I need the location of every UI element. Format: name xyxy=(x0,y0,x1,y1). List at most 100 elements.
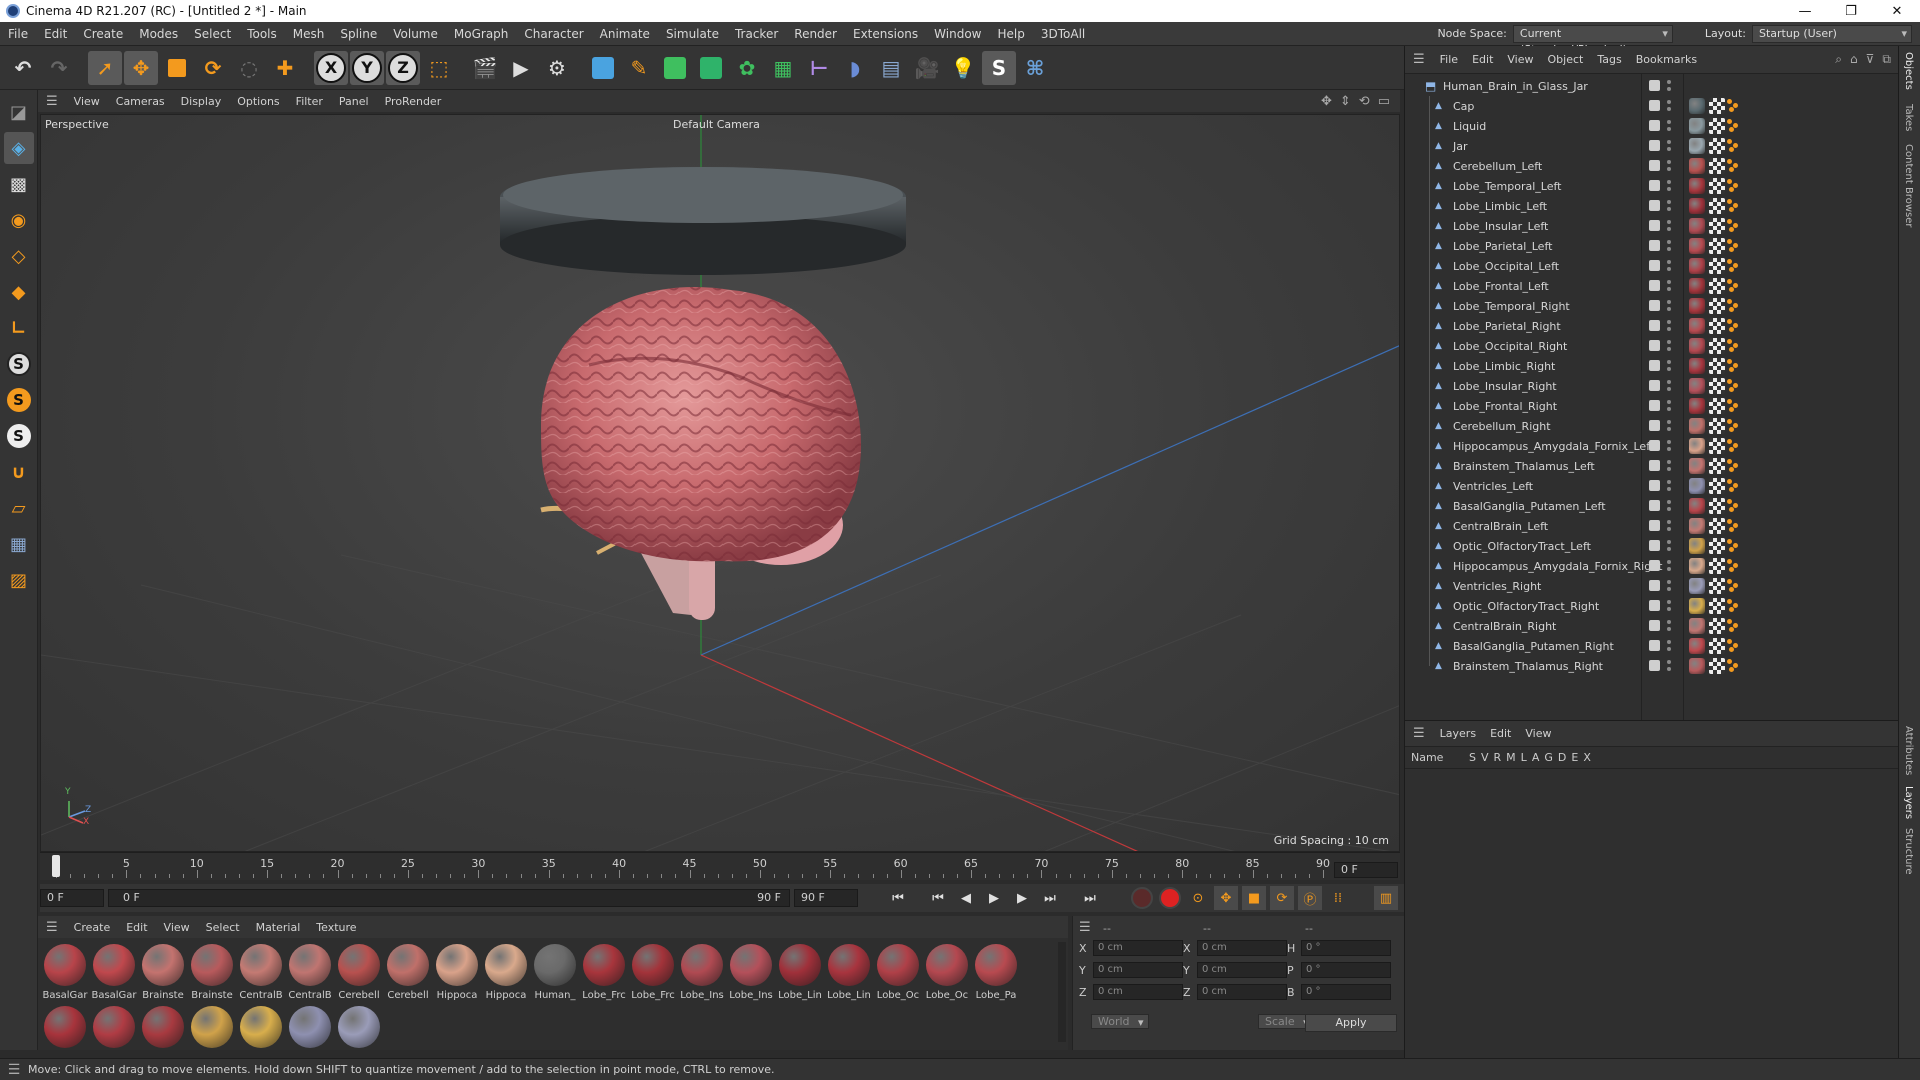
material-swatch[interactable]: Lobe_Ins xyxy=(679,944,725,1001)
uvw-tag-icon[interactable] xyxy=(1709,338,1725,354)
phong-tag-icon[interactable] xyxy=(1727,259,1741,273)
phong-tag-icon[interactable] xyxy=(1727,439,1741,453)
toggle-view-icon[interactable]: ▭ xyxy=(1378,94,1390,109)
object-row-root[interactable]: ⬒ Human_Brain_in_Glass_Jar xyxy=(1405,76,1899,96)
phong-tag-icon[interactable] xyxy=(1727,159,1741,173)
dolly-icon[interactable]: ⇕ xyxy=(1340,94,1351,109)
material-swatch[interactable]: Human_ xyxy=(532,944,578,1001)
playhead[interactable] xyxy=(52,855,60,877)
material-tag-icon[interactable] xyxy=(1689,458,1705,474)
material-tag-icon[interactable] xyxy=(1689,418,1705,434)
go-to-start-button[interactable]: ⏮ xyxy=(886,886,910,910)
current-frame-field[interactable]: 0 F xyxy=(1334,862,1398,878)
material-tag-icon[interactable] xyxy=(1689,138,1705,154)
object-row[interactable]: ▲ Lobe_Occipital_Right xyxy=(1405,336,1899,356)
phong-tag-icon[interactable] xyxy=(1727,339,1741,353)
visibility-check-icon[interactable] xyxy=(1649,340,1660,351)
menu-mograph[interactable]: MoGraph xyxy=(446,27,517,41)
magnet-button[interactable]: ∪ xyxy=(4,456,34,488)
object-row[interactable]: ▲ Lobe_Parietal_Right xyxy=(1405,316,1899,336)
play-button[interactable]: ▶ xyxy=(982,886,1006,910)
timeline-ruler[interactable]: 051015202530354045505560657075808590 xyxy=(40,852,1400,880)
cube-object-button[interactable] xyxy=(586,51,620,85)
uvw-tag-icon[interactable] xyxy=(1709,358,1725,374)
object-row[interactable]: ▲ Hippocampus_Amygdala_Fornix_Left xyxy=(1405,436,1899,456)
uvw-tag-icon[interactable] xyxy=(1709,198,1725,214)
material-menu-icon[interactable]: ☰ xyxy=(38,920,66,935)
visibility-check-icon[interactable] xyxy=(1649,660,1660,671)
menu-edit[interactable]: Edit xyxy=(36,27,75,41)
coord-value-field[interactable]: 0 cm xyxy=(1093,962,1183,978)
material-swatch[interactable]: Lobe_Lin xyxy=(826,944,872,1001)
material-swatch[interactable]: CentralB xyxy=(287,944,333,1001)
visibility-check-icon[interactable] xyxy=(1649,460,1660,471)
material-tag-icon[interactable] xyxy=(1689,618,1705,634)
menu-extensions[interactable]: Extensions xyxy=(845,27,926,41)
node-space-dropdown[interactable]: Current (Standard/Physical) xyxy=(1512,24,1673,56)
visibility-check-icon[interactable] xyxy=(1649,600,1660,611)
frame-range-slider[interactable]: 0 F 90 F xyxy=(108,889,790,907)
render-visibility-dots[interactable] xyxy=(1667,100,1671,112)
visibility-check-icon[interactable] xyxy=(1649,120,1660,131)
menu-character[interactable]: Character xyxy=(516,27,591,41)
previous-frame-button[interactable]: ◀ xyxy=(954,886,978,910)
menu-file[interactable]: File xyxy=(0,27,36,41)
object-row[interactable]: ▲ Ventricles_Right xyxy=(1405,576,1899,596)
timeline-button[interactable]: ▥ xyxy=(1374,886,1398,910)
z-axis-lock-button[interactable]: Z xyxy=(386,50,420,85)
object-menu-tags[interactable]: Tags xyxy=(1590,53,1628,66)
phong-tag-icon[interactable] xyxy=(1727,119,1741,133)
autokey-button[interactable] xyxy=(1158,886,1182,910)
phong-tag-icon[interactable] xyxy=(1727,399,1741,413)
object-menu-icon[interactable]: ☰ xyxy=(1405,52,1433,67)
visibility-check-icon[interactable] xyxy=(1649,320,1660,331)
phong-tag-icon[interactable] xyxy=(1727,219,1741,233)
rotation-key-button[interactable]: ⟳ xyxy=(1270,886,1294,910)
orbit-icon[interactable]: ⟲ xyxy=(1359,94,1370,109)
material-tag-icon[interactable] xyxy=(1689,538,1705,554)
subdivision-button[interactable] xyxy=(658,51,692,85)
pen-tool-button[interactable]: ✎ xyxy=(622,51,656,85)
uvw-tag-icon[interactable] xyxy=(1709,378,1725,394)
material-tag-icon[interactable] xyxy=(1689,518,1705,534)
layer-column-s[interactable]: S xyxy=(1469,751,1476,764)
coord-value-field[interactable]: 0 ° xyxy=(1301,984,1391,1000)
phong-tag-icon[interactable] xyxy=(1727,619,1741,633)
material-tag-icon[interactable] xyxy=(1689,278,1705,294)
menu-mesh[interactable]: Mesh xyxy=(285,27,333,41)
visibility-check-icon[interactable] xyxy=(1649,360,1660,371)
edge-mode-button[interactable]: ◇ xyxy=(4,240,34,272)
deformer-button[interactable]: ⊢ xyxy=(802,51,836,85)
uvw-tag-icon[interactable] xyxy=(1709,598,1725,614)
layer-column-e[interactable]: E xyxy=(1571,751,1578,764)
object-row[interactable]: ▲ Lobe_Frontal_Right xyxy=(1405,396,1899,416)
object-menu-edit[interactable]: Edit xyxy=(1465,53,1500,66)
visibility-check-icon[interactable] xyxy=(1649,420,1660,431)
coordinate-system-button[interactable]: ⬚ xyxy=(422,51,456,85)
uvw-tag-icon[interactable] xyxy=(1709,498,1725,514)
phong-tag-icon[interactable] xyxy=(1727,319,1741,333)
layer-menu-edit[interactable]: Edit xyxy=(1483,727,1518,740)
phong-tag-icon[interactable] xyxy=(1727,519,1741,533)
object-row[interactable]: ▲ Jar xyxy=(1405,136,1899,156)
render-visibility-dots[interactable] xyxy=(1667,620,1671,632)
material-swatch[interactable]: Lobe_Frc xyxy=(581,944,627,1001)
cloner-button[interactable]: ✿ xyxy=(730,51,764,85)
go-to-end-button[interactable]: ⏭ xyxy=(1078,886,1102,910)
material-swatch[interactable] xyxy=(91,1006,137,1048)
material-scrollbar[interactable] xyxy=(1058,942,1066,1042)
search-icon[interactable]: ⌕ xyxy=(1835,52,1842,67)
redo-button[interactable]: ↷ xyxy=(42,51,76,85)
light-button[interactable]: 💡 xyxy=(946,51,980,85)
coord-value-field[interactable]: 0 cm xyxy=(1197,940,1287,956)
render-visibility-dots[interactable] xyxy=(1667,480,1671,492)
material-tag-icon[interactable] xyxy=(1689,158,1705,174)
object-row[interactable]: ▲ Cap xyxy=(1405,96,1899,116)
object-row[interactable]: ▲ CentralBrain_Right xyxy=(1405,616,1899,636)
uvw-tag-icon[interactable] xyxy=(1709,638,1725,654)
uvw-tag-icon[interactable] xyxy=(1709,178,1725,194)
record-active-button[interactable] xyxy=(1130,886,1154,910)
uvw-tag-icon[interactable] xyxy=(1709,158,1725,174)
menu-3dtoall[interactable]: 3DToAll xyxy=(1033,27,1093,41)
visibility-check-icon[interactable] xyxy=(1649,620,1660,631)
